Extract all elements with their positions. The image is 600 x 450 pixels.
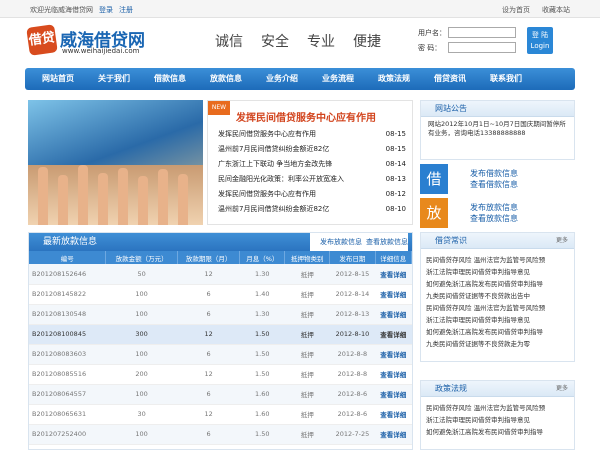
username-label: 用户名： [418, 28, 446, 37]
lend-icon: 放 [420, 198, 448, 228]
view-loan-link[interactable]: 查看放款信息 [366, 238, 408, 246]
slogan: 诚信 [215, 34, 243, 50]
bookmark-link[interactable]: 收藏本站 [542, 6, 570, 14]
notice-title: 网站公告 [421, 101, 574, 117]
list-item[interactable]: 浙江法院审理民间借贷审判指导意见 [426, 314, 569, 326]
list-item[interactable]: 如何避免浙江高院发布民间借贷审判指导 [426, 426, 569, 438]
logo-url: www.weihaijiedai.com [62, 47, 140, 55]
notice-panel: 网站公告 网站2012年10月1日~10月7日国庆期间暂停所有业务，咨询电话13… [420, 100, 575, 160]
col-header: 详细信息 [375, 251, 413, 264]
detail-link[interactable]: 查看详细 [375, 264, 412, 285]
table-row: B201208065631 30 12 1.60 抵押 2012-8-6 查看详细 [29, 404, 412, 425]
col-header: 放款金额（万元） [105, 251, 178, 264]
list-item[interactable]: 浙江法院审理民间借贷审判指导意见 [426, 266, 569, 278]
detail-link[interactable]: 查看详细 [375, 424, 412, 445]
table-row: B201208130548 100 6 1.30 抵押 2012-8-13 查看详细 [29, 304, 412, 325]
nav-item[interactable]: 放款信息 [198, 68, 254, 90]
username-input[interactable] [448, 27, 516, 38]
list-item[interactable]: 民间借贷存风险 温州法官为监管号风险预 [426, 402, 569, 414]
list-item[interactable]: 浙江法院审理民间借贷审判指导意见 [426, 414, 569, 426]
slogan: 安全 [261, 34, 289, 50]
table-row: B201208145822 100 6 1.40 抵押 2012-8-14 查看详细 [29, 284, 412, 305]
table-row: B201208100845 300 12 1.50 抵押 2012-8-10 查看详细 [29, 324, 412, 345]
list-item[interactable]: 九类民间借贷证据等不良贷款走为零 [426, 338, 569, 350]
top-bar: 欢迎光临威海借贷网 登录 注册 设为首页 收藏本站 [0, 0, 600, 18]
nav-item[interactable]: 业务介绍 [254, 68, 310, 90]
set-home-link[interactable]: 设为首页 [502, 6, 530, 14]
logo-mark-icon: 借贷 [26, 24, 58, 56]
news-item[interactable]: 温州前7月民间借贷纠纷金额近82亿 08-10 [218, 202, 406, 217]
list-item[interactable]: 九类民间借贷证据等不良贷款出告中 [426, 290, 569, 302]
view-lend-link[interactable]: 查看放款信息 [470, 213, 518, 224]
list-item[interactable]: 民间借贷存风险 温州法官为监管号风险预 [426, 254, 569, 266]
col-header: 月息（%） [239, 251, 286, 264]
login-button[interactable]: 登 陆 Login [527, 27, 553, 54]
knowledge-title: 借贷常识 [435, 236, 467, 245]
detail-link[interactable]: 查看详细 [375, 324, 412, 345]
borrow-box: 借 发布借款信息 查看借款信息 [420, 164, 575, 194]
nav-item[interactable]: 借贷资讯 [422, 68, 478, 90]
policy-panel: 政策法规 更多 民间借贷存风险 温州法官为监管号风险预 浙江法院审理民间借贷审判指… [420, 380, 575, 450]
table-row: B201207252400 100 6 1.50 抵押 2012-7-25 查看详细 [29, 424, 412, 445]
news-item[interactable]: 广东浙江上下联动 争当地方金改先锋 08-14 [218, 157, 406, 172]
col-header: 抵押物类别 [284, 251, 331, 264]
list-item[interactable]: 如何避免浙江高院发布民间借贷审判指导 [426, 278, 569, 290]
list-item[interactable]: 民间借贷存风险 温州法官为监管号风险预 [426, 302, 569, 314]
loans-title: 最新放款信息 [43, 237, 98, 247]
site-logo[interactable]: 借贷 威海借贷网 www.weihaijiedai.com [26, 24, 148, 60]
policy-title: 政策法规 [435, 384, 467, 393]
table-row: B201208152646 50 12 1.30 抵押 2012-8-15 查看详细 [29, 264, 412, 285]
detail-link[interactable]: 查看详细 [375, 344, 412, 365]
loans-panel: 最新放款信息 发布放款信息 查看放款信息 编号 放款金额（万元） 放款期限（月） 月息（… [28, 232, 413, 450]
lend-box: 放 发布放款信息 查看放款信息 [420, 198, 575, 228]
news-panel: NEW 发挥民间借贷服务中心应有作用 发挥民间借贷服务中心应有作用 08-15 温… [207, 100, 413, 225]
detail-link[interactable]: 查看详细 [375, 384, 412, 405]
nav-item[interactable]: 关于我们 [86, 68, 142, 90]
main-nav: 网站首页 关于我们 借款信息 放款信息 业务介绍 业务流程 政策法规 借贷资讯 … [25, 68, 575, 90]
nav-item[interactable]: 借款信息 [142, 68, 198, 90]
col-header: 编号 [29, 251, 107, 264]
table-row: B201208083603 100 6 1.50 抵押 2012-8-8 查看详细 [29, 344, 412, 365]
knowledge-panel: 借贷常识 更多 民间借贷存风险 温州法官为监管号风险预 浙江法院审理民间借贷审判指… [420, 232, 575, 362]
news-item[interactable]: 温州前7月民间借贷纠纷金额近82亿 08-15 [218, 142, 406, 157]
detail-link[interactable]: 查看详细 [375, 284, 412, 305]
col-header: 放款期限（月） [177, 251, 241, 264]
register-link[interactable]: 注册 [119, 6, 133, 14]
publish-lend-link[interactable]: 发布放款信息 [470, 202, 518, 213]
password-input[interactable] [448, 42, 516, 53]
detail-link[interactable]: 查看详细 [375, 404, 412, 425]
col-header: 发布日期 [329, 251, 376, 264]
detail-link[interactable]: 查看详细 [375, 364, 412, 385]
banner-image[interactable] [28, 100, 203, 225]
login-link[interactable]: 登录 [99, 6, 113, 14]
borrow-icon: 借 [420, 164, 448, 194]
loans-table: 编号 放款金额（万元） 放款期限（月） 月息（%） 抵押物类别 发布日期 详细信息 B201… [29, 251, 413, 445]
welcome-text: 欢迎光临威海借贷网 [30, 6, 93, 14]
nav-item[interactable]: 网站首页 [30, 68, 86, 90]
table-row: B201208064557 100 6 1.60 抵押 2012-8-6 查看详细 [29, 384, 412, 405]
more-link[interactable]: 更多 [556, 381, 568, 397]
slogans: 诚信 安全 专业 便捷 [215, 31, 399, 51]
nav-item[interactable]: 业务流程 [310, 68, 366, 90]
login-form: 用户名： 密 码： 登 陆 Login [418, 26, 553, 56]
publish-loan-link[interactable]: 发布放款信息 [320, 238, 362, 246]
notice-body: 网站2012年10月1日~10月7日国庆期间暂停所有业务，咨询电话1338888… [428, 120, 566, 137]
slogan: 专业 [307, 34, 335, 50]
detail-link[interactable]: 查看详细 [375, 304, 412, 325]
password-label: 密 码： [418, 43, 442, 52]
list-item[interactable]: 如何避免浙江高院发布民间借贷审判指导 [426, 326, 569, 338]
slogan: 便捷 [353, 34, 381, 50]
table-row: B201208085516 200 12 1.50 抵押 2012-8-8 查看详细 [29, 364, 412, 385]
news-headline[interactable]: 发挥民间借贷服务中心应有作用 [208, 101, 412, 127]
news-item[interactable]: 发挥民间借贷服务中心应有作用 08-15 [218, 127, 406, 142]
nav-item[interactable]: 联系我们 [478, 68, 534, 90]
new-badge: NEW [208, 101, 230, 115]
news-item[interactable]: 发挥民间借贷服务中心应有作用 08-12 [218, 187, 406, 202]
view-borrow-link[interactable]: 查看借款信息 [470, 179, 518, 190]
nav-item[interactable]: 政策法规 [366, 68, 422, 90]
publish-borrow-link[interactable]: 发布借款信息 [470, 168, 518, 179]
more-link[interactable]: 更多 [556, 233, 568, 249]
news-item[interactable]: 民间金融阳光化政策：利率公开放宽准入 08-13 [218, 172, 406, 187]
